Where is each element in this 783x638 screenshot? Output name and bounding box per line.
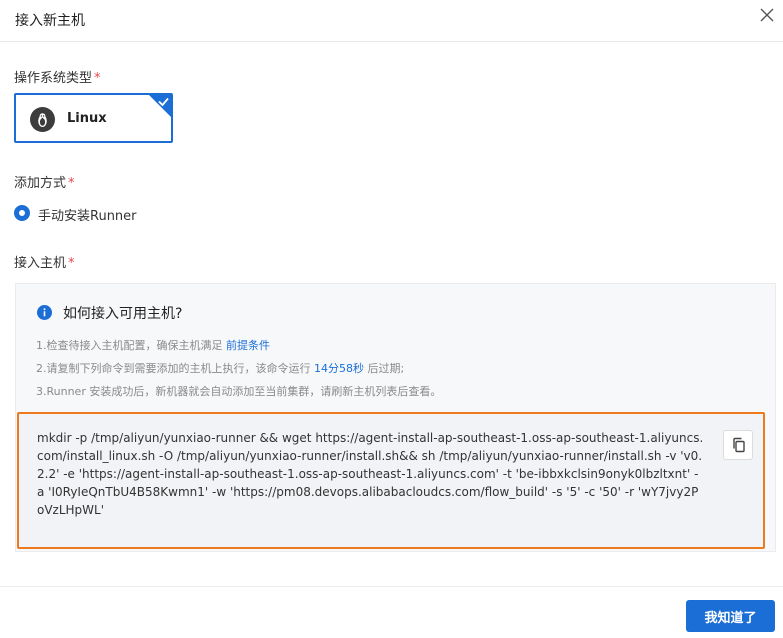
- os-option-linux[interactable]: Linux: [14, 93, 173, 143]
- guide-step-1: 1.检查待接入主机配置，确保主机满足 前提条件: [36, 337, 270, 353]
- confirm-button[interactable]: 我知道了: [686, 600, 775, 632]
- add-method-label: 添加方式 *: [14, 172, 75, 191]
- linux-penguin-icon: [30, 107, 55, 132]
- copy-icon: [733, 437, 745, 453]
- os-type-label-text: 操作系统类型: [14, 71, 93, 86]
- guide-step-3: 3.Runner 安装成功后，新机器就会自动添加至当前集群，请刷新主机列表后查看…: [36, 385, 442, 398]
- guide-title: 如何接入可用主机?: [63, 306, 183, 322]
- install-command-box: mkdir -p /tmp/aliyun/yunxiao-runner && w…: [17, 412, 765, 549]
- os-option-label: Linux: [67, 111, 107, 126]
- guide-step-2-text: 2.请复制下列命令到需要添加的主机上执行，该命令运行: [36, 362, 314, 375]
- selected-check-icon: [149, 95, 171, 117]
- required-mark: *: [94, 71, 101, 86]
- expiry-countdown: 14分58秒: [314, 362, 364, 375]
- install-command-text[interactable]: mkdir -p /tmp/aliyun/yunxiao-runner && w…: [37, 429, 705, 519]
- host-label-text: 接入主机: [14, 256, 67, 271]
- add-method-label-text: 添加方式: [14, 176, 67, 191]
- host-label: 接入主机 *: [14, 252, 75, 271]
- dialog-title: 接入新主机: [15, 13, 85, 29]
- close-icon[interactable]: [758, 6, 776, 24]
- guide-step-1-text: 1.检查待接入主机配置，确保主机满足: [36, 339, 226, 352]
- info-icon: [37, 305, 52, 320]
- radio-selected-icon[interactable]: [14, 205, 30, 221]
- required-mark: *: [68, 256, 75, 271]
- guide-step-2-suffix: 后过期;: [364, 362, 405, 375]
- required-mark: *: [68, 176, 75, 191]
- footer-divider: [0, 586, 783, 587]
- dialog-header: 接入新主机: [0, 0, 783, 42]
- prerequisites-link[interactable]: 前提条件: [226, 339, 270, 352]
- copy-button[interactable]: [723, 430, 753, 460]
- guide-step-2: 2.请复制下列命令到需要添加的主机上执行，该命令运行 14分58秒 后过期;: [36, 360, 404, 376]
- os-type-label: 操作系统类型 *: [14, 67, 101, 86]
- manual-install-label: 手动安装Runner: [38, 209, 137, 224]
